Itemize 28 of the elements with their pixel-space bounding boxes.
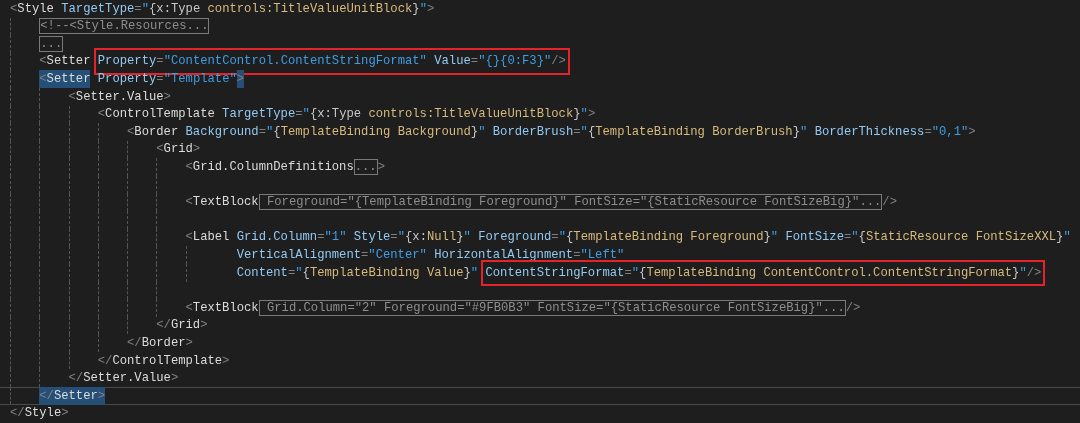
collapsed-region[interactable]: Grid.Column="2" Foreground="#9FB0B3" FontSize="{StaticResource FontSizeBig}"... [258, 299, 846, 316]
code-text: </Border> [127, 334, 193, 352]
code-text: > [377, 159, 385, 176]
code-text: </Grid> [156, 317, 208, 335]
code-text: <TextBlock [185, 299, 259, 317]
collapsed-region[interactable]: <!--<Style.Resources... [39, 18, 210, 35]
code-text: Content="{TemplateBinding Value}" [236, 264, 480, 282]
code-text: <Grid.ColumnDefinitions [185, 159, 354, 176]
code-text: /> [845, 299, 861, 317]
code-text: <Grid> [156, 141, 201, 159]
code-text: <TextBlock [185, 194, 259, 212]
annotation-box: ContentStringFormat="{TemplateBinding ContentControl.ContentStringFormat}"/> [481, 259, 1046, 286]
code-text: <Label Grid.Column="1" Style="{x:Null}" Foreground="{TemplateBinding Foreground}" FontSize="{StaticResource FontSizeXXL}" [185, 229, 1071, 247]
code-text: /> [882, 194, 897, 212]
collapsed-region[interactable]: Foreground="{TemplateBinding Foreground}" FontSize="{StaticResource FontSizeBig}"... [258, 194, 883, 211]
code-text: </ControlTemplate> [97, 352, 230, 370]
matched-tag: <Setter [39, 70, 91, 89]
code-text: <Style TargetType="{x:Type controls:TitleValueUnitBlock}"> [10, 0, 435, 18]
code-text: </Style> [10, 405, 69, 423]
code-text: <Border Background="{TemplateBinding Background}" BorderBrush="{TemplateBinding BorderBrush}" BorderThickness="0,1"> [127, 123, 976, 141]
collapsed-region[interactable]: ... [39, 36, 64, 52]
collapsed-region[interactable]: ... [353, 159, 378, 176]
code-text: <ControlTemplate TargetType="{x:Type controls:TitleValueUnitBlock}"> [97, 106, 596, 124]
code-text: <Setter.Value> [68, 88, 171, 106]
code-text: </Setter.Value> [68, 370, 179, 388]
matched-tag: > [236, 70, 245, 89]
matched-tag: </Setter> [39, 386, 106, 405]
code-text: <Setter [39, 53, 92, 71]
